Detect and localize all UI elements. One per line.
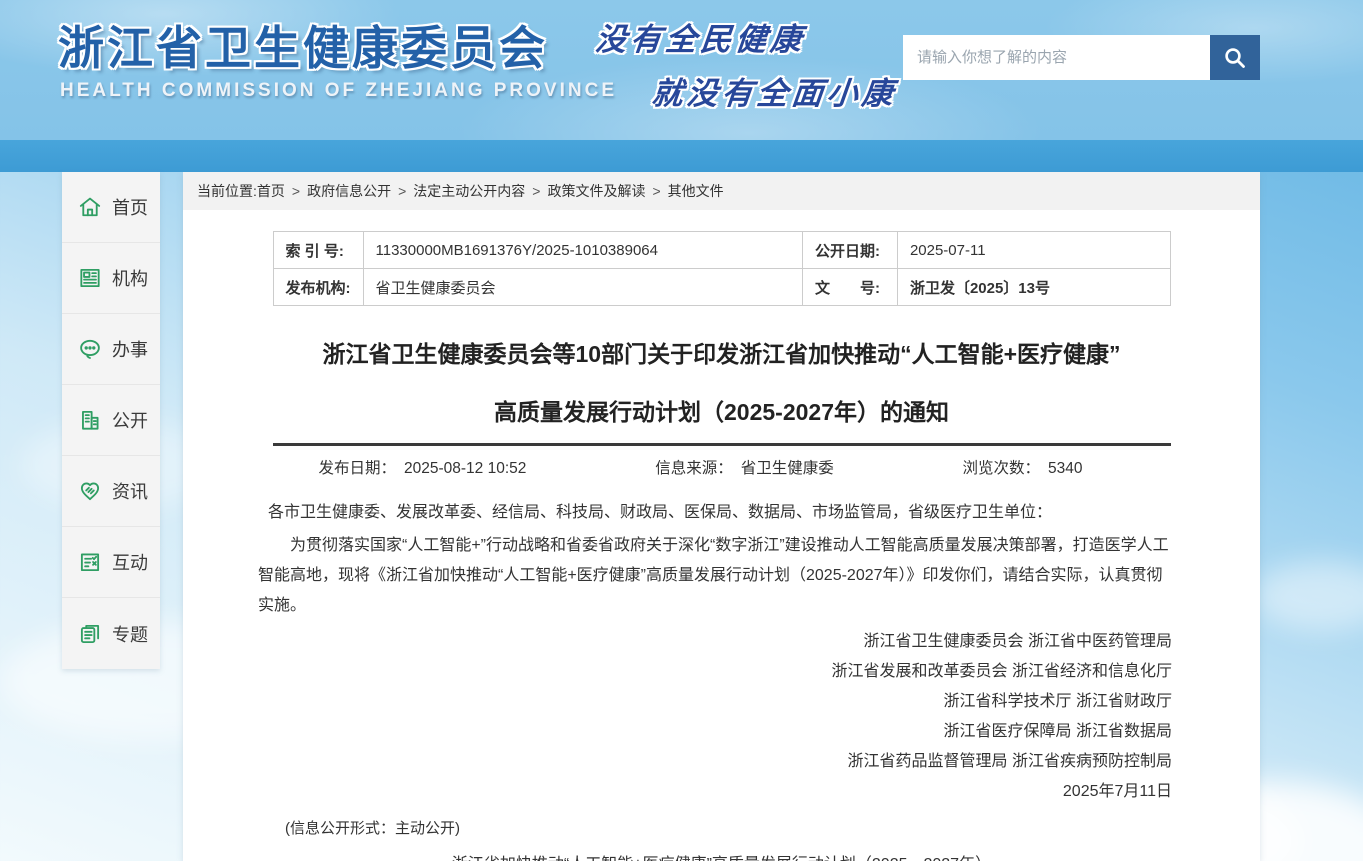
sidebar: 首页 机构 办事 公开 资讯 互动 专题	[62, 172, 160, 669]
sidebar-item-label: 机构	[112, 265, 148, 291]
site-title: 浙江省卫生健康委员会	[58, 12, 548, 78]
site-slogan: 没有全民健康 就没有全面小康	[588, 14, 905, 113]
issuing-agency-label: 发布机构:	[273, 269, 363, 306]
sidebar-item-interaction[interactable]: 互动	[62, 527, 160, 598]
article-title-line1: 浙江省卫生健康委员会等10部门关于印发浙江省加快推动“人工智能+医疗健康”	[183, 335, 1260, 369]
view-count: 浏览次数： 5340	[963, 456, 1083, 478]
signature-block: 浙江省卫生健康委员会 浙江省中医药管理局 浙江省发展和改革委员会 浙江省经济和信…	[258, 627, 1172, 807]
form-check-icon	[77, 549, 103, 575]
signature-line: 浙江省科学技术厅 浙江省财政厅	[258, 687, 1172, 717]
breadcrumb-item-gov-info[interactable]: 政府信息公开	[307, 181, 391, 201]
slogan-line1: 没有全民健康	[594, 22, 808, 57]
signature-date: 2025年7月11日	[258, 777, 1172, 807]
sidebar-item-topics[interactable]: 专题	[62, 598, 160, 669]
info-source-value: 省卫生健康委	[741, 460, 834, 477]
publish-datetime: 发布日期： 2025-08-12 10:52	[319, 456, 527, 478]
doc-info-table: 索 引 号: 11330000MB1691376Y/2025-101038906…	[273, 231, 1171, 306]
sidebar-item-label: 首页	[112, 194, 148, 220]
breadcrumb-item-statutory[interactable]: 法定主动公开内容	[413, 181, 525, 201]
cloud-decoration	[1253, 561, 1363, 631]
publish-datetime-value: 2025-08-12 10:52	[404, 460, 526, 477]
article-body: 各市卫生健康委、发展改革委、经信局、科技局、财政局、医保局、数据局、市场监管局，…	[258, 498, 1175, 621]
paragraph-main: 为贯彻落实国家“人工智能+”行动战略和省委省政府关于深化“数字浙江”建设推动人工…	[258, 531, 1175, 621]
home-icon	[77, 194, 103, 220]
site-subtitle: HEALTH COMMISSION OF ZHEJIANG PROVINCE	[60, 80, 617, 102]
sidebar-item-services[interactable]: 办事	[62, 314, 160, 385]
search-input[interactable]	[903, 35, 1210, 80]
nav-band	[0, 140, 1363, 172]
publish-date-value: 2025-07-11	[897, 232, 1170, 269]
article-meta: 发布日期： 2025-08-12 10:52 信息来源： 省卫生健康委 浏览次数： 5…	[273, 446, 1171, 488]
sidebar-item-label: 专题	[112, 621, 148, 647]
info-source: 信息来源： 省卫生健康委	[655, 456, 834, 478]
breadcrumb: 当前位置: 首页 > 政府信息公开 > 法定主动公开内容 > 政策文件及解读 >…	[183, 172, 1260, 210]
chat-dots-icon	[77, 336, 103, 362]
signature-line: 浙江省医疗保障局 浙江省数据局	[258, 717, 1172, 747]
doc-number-label: 文 号:	[802, 269, 897, 306]
sidebar-item-label: 办事	[112, 336, 148, 362]
breadcrumb-item-home[interactable]: 首页	[257, 181, 285, 201]
sidebar-item-news[interactable]: 资讯	[62, 456, 160, 527]
doc-number-value: 浙卫发〔2025〕13号	[897, 269, 1170, 306]
info-source-label: 信息来源：	[655, 460, 733, 477]
breadcrumb-separator: >	[652, 183, 660, 199]
index-number-label: 索 引 号:	[273, 232, 363, 269]
publish-date-label: 公开日期:	[802, 232, 897, 269]
table-row: 发布机构: 省卫生健康委员会 文 号: 浙卫发〔2025〕13号	[273, 269, 1170, 306]
table-row: 索 引 号: 11330000MB1691376Y/2025-101038906…	[273, 232, 1170, 269]
sidebar-item-disclosure[interactable]: 公开	[62, 385, 160, 456]
breadcrumb-separator: >	[292, 183, 300, 199]
sidebar-item-home[interactable]: 首页	[62, 172, 160, 243]
breadcrumb-item-policy-docs[interactable]: 政策文件及解读	[547, 181, 645, 201]
content-panel: 当前位置: 首页 > 政府信息公开 > 法定主动公开内容 > 政策文件及解读 >…	[183, 172, 1260, 861]
newspaper-icon	[77, 265, 103, 291]
site-search	[903, 35, 1260, 80]
signature-line: 浙江省药品监督管理局 浙江省疾病预防控制局	[258, 747, 1172, 777]
disclosure-note: (信息公开形式：主动公开)	[285, 817, 1175, 838]
stacked-pages-icon	[77, 621, 103, 647]
signature-line: 浙江省卫生健康委员会 浙江省中医药管理局	[258, 627, 1172, 657]
building-icon	[77, 407, 103, 433]
index-number-value: 11330000MB1691376Y/2025-1010389064	[363, 232, 802, 269]
breadcrumb-item-other-docs[interactable]: 其他文件	[668, 181, 724, 201]
site-header: 浙江省卫生健康委员会 HEALTH COMMISSION OF ZHEJIANG…	[0, 0, 1363, 140]
paragraph-addressee: 各市卫生健康委、发展改革委、经信局、科技局、财政局、医保局、数据局、市场监管局，…	[258, 498, 1175, 528]
breadcrumb-separator: >	[398, 183, 406, 199]
sidebar-item-org[interactable]: 机构	[62, 243, 160, 314]
breadcrumb-separator: >	[532, 183, 540, 199]
slogan-line2: 就没有全面小康	[650, 68, 900, 113]
heart-handshake-icon	[77, 478, 103, 504]
attachment-title: 浙江省加快推动“人工智能+医疗健康”高质量发展行动计划（2025—2027年）	[183, 850, 1260, 861]
search-icon	[1222, 45, 1248, 71]
signature-line: 浙江省发展和改革委员会 浙江省经济和信息化厅	[258, 657, 1172, 687]
view-count-value: 5340	[1048, 460, 1082, 477]
sidebar-item-label: 互动	[112, 549, 148, 575]
publish-datetime-label: 发布日期：	[319, 460, 397, 477]
view-count-label: 浏览次数：	[963, 460, 1041, 477]
sidebar-item-label: 资讯	[112, 478, 148, 504]
article-title-line2: 高质量发展行动计划（2025-2027年）的通知	[183, 393, 1260, 427]
breadcrumb-prefix: 当前位置:	[197, 181, 257, 201]
sidebar-item-label: 公开	[112, 407, 148, 433]
issuing-agency-value: 省卫生健康委员会	[363, 269, 802, 306]
search-button[interactable]	[1210, 35, 1260, 80]
